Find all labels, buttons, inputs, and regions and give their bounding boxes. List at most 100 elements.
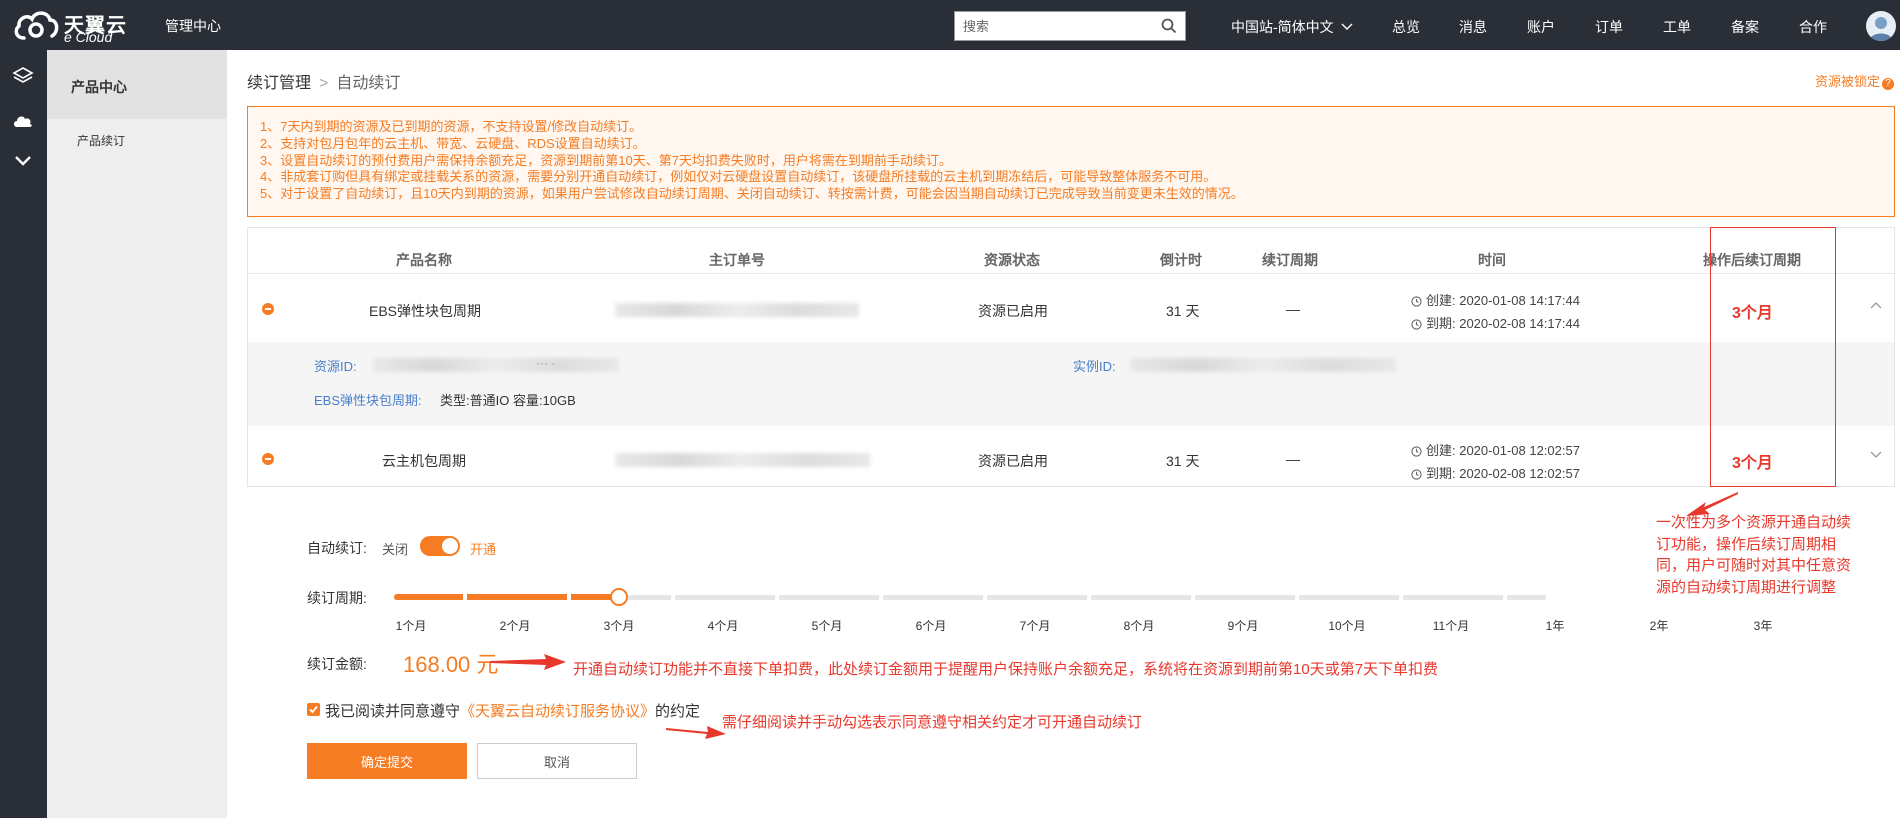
- locked-resources-label: 资源被锁定: [1814, 74, 1880, 89]
- nav-partner[interactable]: 合作: [1799, 17, 1827, 37]
- chevron-down-icon[interactable]: [1870, 451, 1882, 459]
- main-content: 续订管理 > 自动续订 资源被锁定? 1、7天内到期的资源及已到期的资源，不支持设置…: [227, 50, 1900, 818]
- notice-line: 4、非成套订购但具有绑定或挂载关系的资源，需要分别开通自动续订，例如仅对云硬盘设…: [260, 169, 1217, 185]
- slider-tick: [1191, 593, 1195, 602]
- period-option-label[interactable]: 3个月: [604, 617, 635, 634]
- chevron-up-icon[interactable]: [1870, 301, 1882, 309]
- cloud-icon[interactable]: [12, 112, 34, 130]
- console-title[interactable]: 管理中心: [165, 16, 221, 36]
- period-option-label[interactable]: 10个月: [1328, 617, 1365, 634]
- search-input[interactable]: [955, 12, 1150, 40]
- renew-period: —: [1286, 301, 1300, 317]
- period-slider-handle[interactable]: [610, 588, 628, 606]
- period-option-label[interactable]: 1年: [1546, 617, 1565, 634]
- period-option-label[interactable]: 7个月: [1020, 617, 1051, 634]
- clock-icon: [1411, 319, 1422, 330]
- slider-tick: [879, 593, 883, 602]
- search-box[interactable]: [954, 11, 1186, 41]
- resource-table: 产品名称 主订单号 资源状态 倒计时 续订周期 时间 操作后续订周期 EBS弹性…: [247, 227, 1895, 487]
- chevron-down-icon[interactable]: [12, 154, 34, 168]
- auto-renew-toggle[interactable]: [420, 536, 460, 556]
- col-header-period: 续订周期: [1262, 252, 1318, 268]
- brand-name-en: e Cloud: [64, 29, 113, 45]
- amount-annotation: 开通自动续订功能并不直接下单扣费，此处续订金额用于提醒用户保持账户余额充足，系统…: [573, 661, 1439, 678]
- slider-tick: [567, 593, 571, 602]
- breadcrumb-parent[interactable]: 续订管理: [247, 75, 311, 92]
- agree-suffix: 的约定: [655, 703, 701, 720]
- agree-annotation: 需仔细阅读并手动勾选表示同意遵守相关约定才可开通自动续订: [722, 714, 1143, 731]
- amount-label: 续订金额:: [307, 656, 367, 672]
- annotation-arrow-icon: [490, 654, 566, 670]
- period-option-label[interactable]: 6个月: [916, 617, 947, 634]
- slider-tick: [775, 593, 779, 602]
- col-header-status: 资源状态: [984, 252, 1040, 268]
- help-icon[interactable]: ?: [1882, 78, 1894, 90]
- nav-tickets[interactable]: 工单: [1663, 17, 1691, 37]
- created-time-text: 创建: 2020-01-08 14:17:44: [1426, 293, 1580, 308]
- period-option-label[interactable]: 5个月: [812, 617, 843, 634]
- nav-region[interactable]: 中国站-简体中文: [1231, 17, 1353, 37]
- slider-tick: [463, 593, 467, 602]
- renew-period: —: [1286, 451, 1300, 467]
- countdown: 31 天: [1166, 303, 1200, 319]
- locked-resources-link[interactable]: 资源被锁定?: [1815, 71, 1894, 90]
- period-option-label[interactable]: 8个月: [1124, 617, 1155, 634]
- layers-icon[interactable]: [12, 66, 34, 86]
- expire-time: 到期: 2020-02-08 14:17:44: [1411, 313, 1580, 332]
- search-icon[interactable]: [1161, 18, 1177, 34]
- row-detail-panel: 资源ID: ··· · 实例ID: EBS弹性块包周期: 类型:普通IO 容量:…: [248, 342, 1894, 426]
- slider-tick: [983, 593, 987, 602]
- instance-id-redacted: [1130, 358, 1396, 372]
- period-option-label[interactable]: 2年: [1650, 617, 1669, 634]
- cloud-logo-icon: [14, 11, 59, 40]
- agree-checkbox[interactable]: [307, 703, 320, 716]
- period-option-label[interactable]: 4个月: [708, 617, 739, 634]
- col-header-countdown: 倒计时: [1160, 252, 1202, 268]
- resource-status: 资源已启用: [978, 303, 1048, 319]
- order-number-redacted: [615, 453, 870, 467]
- logo[interactable]: 天翼云 e Cloud: [12, 6, 130, 45]
- sidebar-header: 产品中心: [47, 50, 227, 119]
- product-name: EBS弹性块包周期: [369, 303, 482, 319]
- toggle-on-label: 开通: [470, 542, 497, 557]
- annotation-arrow-icon: [666, 726, 726, 739]
- avatar[interactable]: [1866, 11, 1896, 41]
- period-option-label[interactable]: 3年: [1754, 617, 1773, 634]
- annotation-highlight-box: [1710, 227, 1836, 487]
- submit-button[interactable]: 确定提交: [307, 743, 467, 779]
- period-option-label[interactable]: 2个月: [500, 617, 531, 634]
- slider-tick: [1607, 593, 1611, 602]
- nav-orders[interactable]: 订单: [1595, 17, 1623, 37]
- nav-overview[interactable]: 总览: [1392, 17, 1420, 37]
- clock-icon: [1411, 469, 1422, 480]
- auto-renew-label: 自动续订:: [307, 540, 367, 556]
- nav-account[interactable]: 账户: [1527, 17, 1555, 37]
- resource-id-tail: ··· ·: [536, 356, 556, 370]
- nav-messages[interactable]: 消息: [1459, 17, 1487, 37]
- remove-row-icon[interactable]: [262, 303, 274, 315]
- notice-line: 1、7天内到期的资源及已到期的资源，不支持设置/修改自动续订。: [260, 119, 643, 134]
- notice-line: 2、支持对包月包年的云主机、带宽、云硬盘、RDS设置自动续订。: [260, 135, 646, 151]
- period-option-label[interactable]: 11个月: [1433, 617, 1469, 634]
- countdown: 31 天: [1166, 453, 1200, 469]
- nav-filing[interactable]: 备案: [1731, 17, 1759, 37]
- product-name: 云主机包周期: [382, 453, 466, 469]
- icon-sidebar: [0, 50, 47, 818]
- period-option-label[interactable]: 1个月: [396, 617, 427, 634]
- spec-label: EBS弹性块包周期:: [314, 393, 422, 408]
- agreement-link[interactable]: 《天翼云自动续订服务协议》: [460, 703, 655, 720]
- period-option-label[interactable]: 9个月: [1228, 617, 1259, 634]
- sidebar-item-renewal[interactable]: 产品续订: [77, 132, 125, 149]
- breadcrumb-current: 自动续订: [336, 75, 401, 92]
- slider-tick: [1503, 593, 1507, 602]
- row-divider: [248, 273, 1894, 274]
- cancel-button[interactable]: 取消: [477, 743, 637, 779]
- notice-line: 3、设置自动续订的预付费用户需保持余额充足，资源到期前第10天、第7天均扣费失败…: [260, 152, 952, 168]
- chevron-down-icon: [1341, 23, 1353, 30]
- side-annotation: 一次性为多个资源开通自动续订功能，操作后续订周期相同，用户可随时对其中任意资源的…: [1656, 514, 1852, 596]
- amount-value: 168.00 元: [403, 652, 499, 677]
- remove-row-icon[interactable]: [262, 453, 274, 465]
- top-bar: 天翼云 e Cloud 管理中心 中国站-简体中文 总览 消息 账户 订单 工单…: [0, 0, 1900, 50]
- slider-tick: [671, 593, 675, 602]
- notice-line: 5、对于设置了自动续订，且10天内到期的资源，如果用户尝试修改自动续订周期、关闭…: [260, 186, 1244, 202]
